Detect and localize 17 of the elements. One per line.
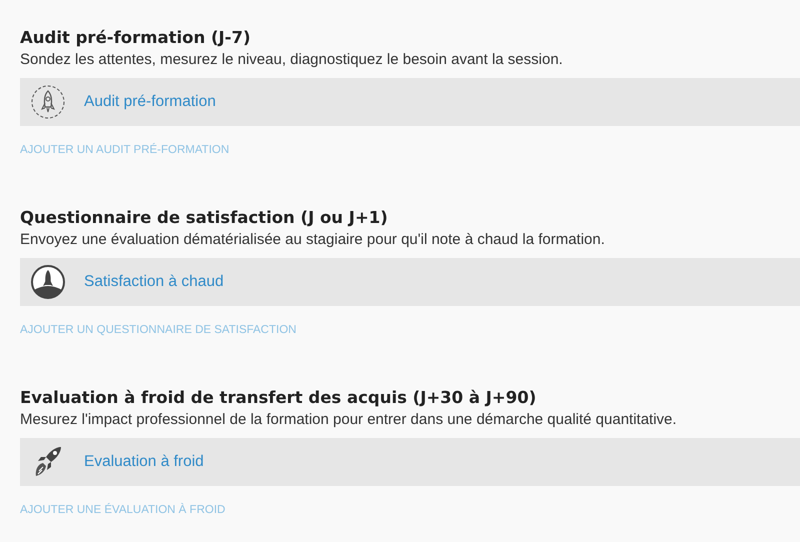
form-item[interactable]: Audit pré-formation: [20, 78, 800, 126]
form-item[interactable]: Satisfaction à chaud: [20, 258, 800, 306]
add-link[interactable]: AJOUTER UN AUDIT PRÉ-FORMATION: [20, 144, 230, 156]
form-link[interactable]: Audit pré-formation: [84, 93, 216, 111]
rocket-icon: [30, 264, 66, 300]
rocket-icon: [30, 84, 66, 120]
form-link[interactable]: Evaluation à froid: [84, 453, 204, 471]
add-link[interactable]: AJOUTER UN QUESTIONNAIRE DE SATISFACTION: [20, 324, 296, 336]
add-link[interactable]: AJOUTER UNE ÉVALUATION À FROID: [20, 504, 226, 516]
section-description: Sondez les attentes, mesurez le niveau, diagnostiquez le besoin avant la session.: [20, 51, 564, 68]
section-title: Evaluation à froid de transfert des acquis (J+30 à J+90): [20, 388, 538, 407]
form-link[interactable]: Satisfaction à chaud: [84, 273, 224, 291]
section-title: Questionnaire de satisfaction (J ou J+1): [20, 208, 389, 227]
form-item[interactable]: Evaluation à froid: [20, 438, 800, 486]
section-description: Mesurez l'impact professionnel de la formation pour entrer dans une démarche qualité quantitative.: [20, 411, 678, 428]
section-title: Audit pré-formation (J-7): [20, 28, 252, 47]
section-description: Envoyez une évaluation dématérialisée au stagiaire pour qu'il note à chaud la formation.: [20, 231, 606, 248]
